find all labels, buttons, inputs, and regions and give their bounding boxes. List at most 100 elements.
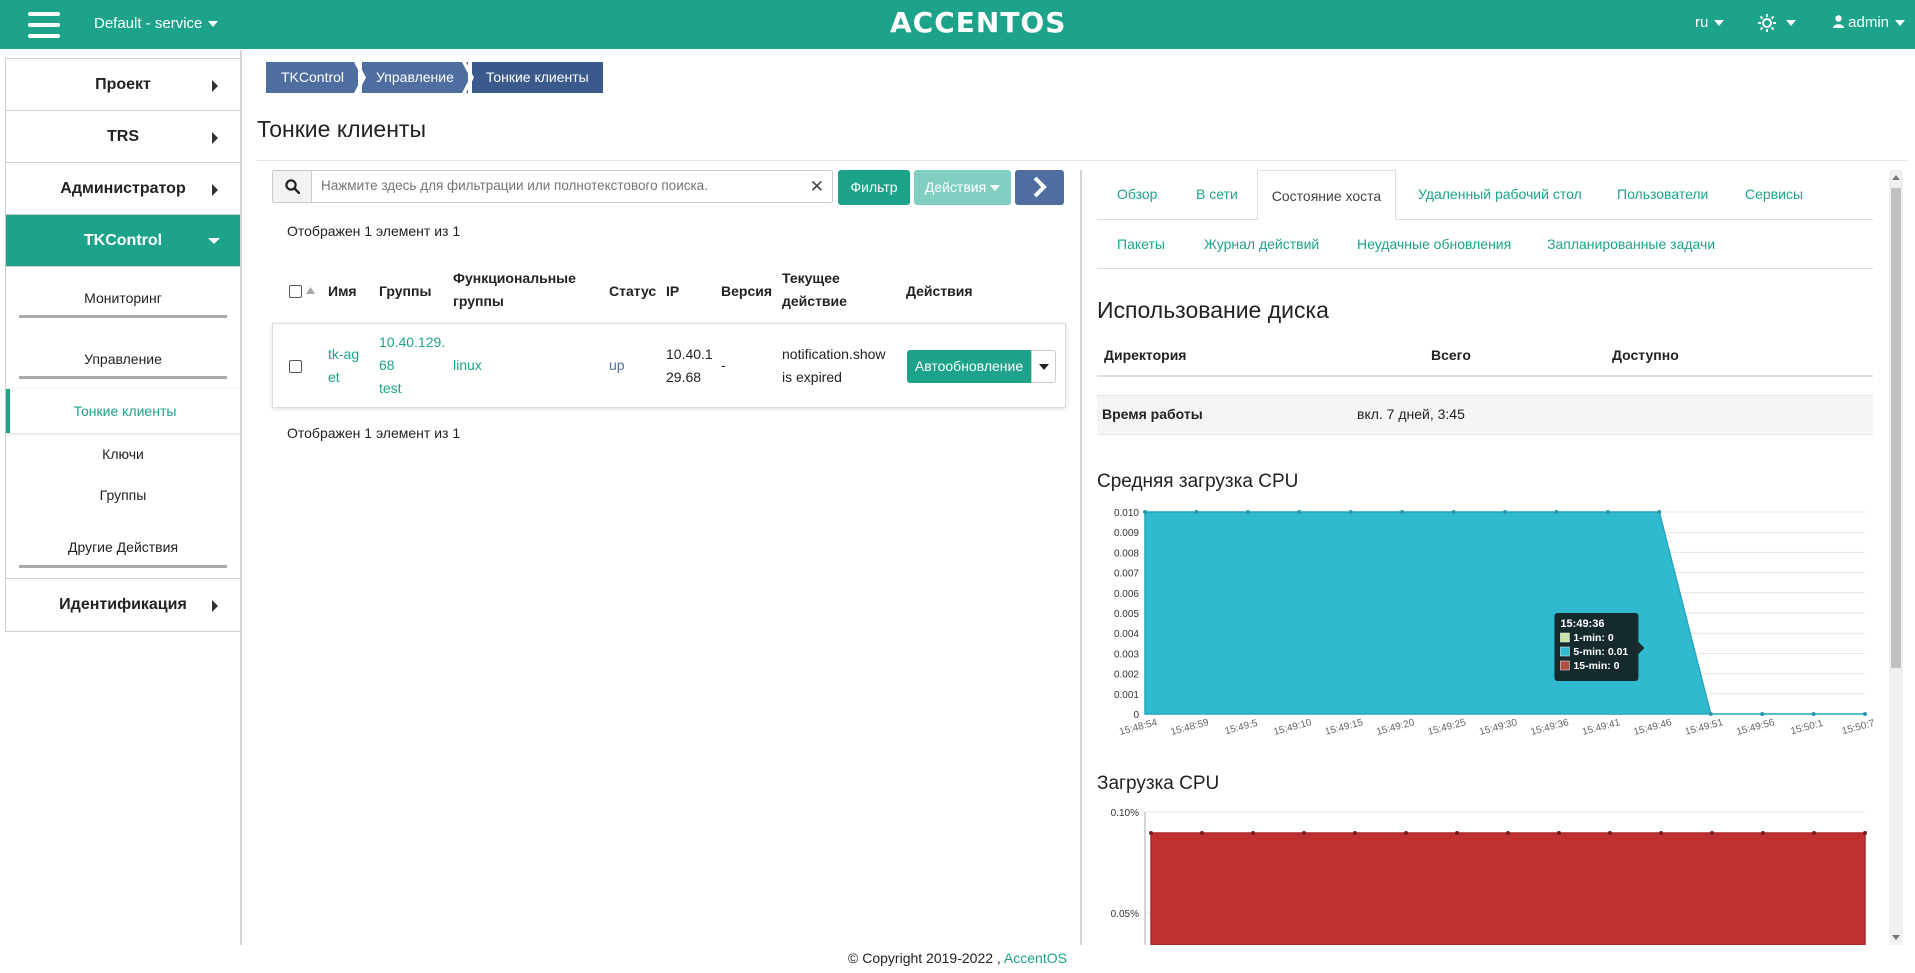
sidebar-item-groups[interactable]: Группы	[6, 475, 240, 515]
next-button[interactable]	[1015, 170, 1064, 205]
sidebar-item-trs[interactable]: TRS	[6, 111, 240, 163]
user-dropdown[interactable]: admin	[1833, 14, 1906, 31]
theme-dropdown[interactable]	[1758, 14, 1796, 33]
sidebar-item-keys[interactable]: Ключи	[6, 433, 240, 475]
sidebar-group-label: Управление	[84, 350, 162, 367]
x-tick-label: 15:49:15	[1324, 717, 1365, 738]
project-dropdown[interactable]: Default - service	[94, 15, 219, 32]
column-status-header[interactable]: Статус	[609, 280, 656, 303]
sidebar-item-thin-clients[interactable]: Тонкие клиенты	[6, 389, 240, 433]
client-groups[interactable]: 10.40.129. 68 test	[379, 331, 445, 400]
sidebar: Проект TRS Администратор TKControl Монит…	[5, 58, 241, 632]
tooltip-swatch	[1560, 660, 1570, 671]
tab-scheduled-tasks[interactable]: Запланированные задачи	[1547, 236, 1715, 252]
column-version-header[interactable]: Версия	[721, 280, 772, 303]
header-line: группы	[453, 293, 504, 309]
data-point	[1554, 510, 1559, 514]
menu-icon[interactable]	[28, 12, 60, 38]
tab-remote-desktop[interactable]: Удаленный рабочий стол	[1418, 186, 1582, 202]
actions-dropdown-button[interactable]: Действия	[914, 170, 1011, 205]
column-groups-header[interactable]: Группы	[379, 280, 431, 303]
scroll-down-icon[interactable]	[1892, 935, 1900, 940]
select-all-checkbox[interactable]	[289, 285, 302, 298]
x-tick-label: 15:49:56	[1735, 717, 1776, 738]
y-tick-label: 0.010	[1114, 508, 1139, 519]
sidebar-item-label: Проект	[95, 75, 151, 93]
cpu-avg-chart: 0 0.001 0.002 0.003 0.004 0.005 0.006 0.007 0.00…	[1114, 508, 1876, 738]
count-text-bottom: Отображен 1 элемент из 1	[287, 425, 461, 441]
chevron-down-icon	[1039, 364, 1049, 370]
footer-brand-link[interactable]: AccentOS	[1004, 950, 1067, 966]
tab-users[interactable]: Пользователи	[1617, 186, 1708, 202]
chevron-right-icon	[212, 600, 218, 612]
sidebar-item-project[interactable]: Проект	[6, 59, 240, 111]
y-tick-label: 0.003	[1114, 649, 1139, 660]
y-tick-label: 0.10%	[1111, 808, 1139, 819]
data-point	[1251, 831, 1255, 835]
sort-icon[interactable]	[306, 287, 315, 294]
close-icon[interactable]: ✕	[810, 177, 824, 197]
sidebar-item-admin[interactable]: Администратор	[6, 163, 240, 215]
tab-journal[interactable]: Журнал действий	[1204, 236, 1319, 252]
column-func-groups-header[interactable]: Функциональные группы	[453, 267, 576, 313]
row-actions-dropdown[interactable]	[1031, 350, 1056, 383]
column-current-action-header[interactable]: Текущее действие	[782, 267, 847, 313]
tab-overview[interactable]: Обзор	[1117, 186, 1157, 202]
search-input[interactable]	[319, 177, 789, 194]
sidebar-group-monitoring[interactable]: Мониторинг	[6, 267, 240, 328]
divider	[1080, 170, 1082, 945]
uptime-label: Время работы	[1102, 406, 1203, 422]
cell-line: tk-ag	[328, 346, 360, 362]
tooltip-line: 5-min: 0.01	[1573, 646, 1628, 658]
scroll-up-icon[interactable]	[1892, 175, 1900, 180]
tab-packages[interactable]: Пакеты	[1117, 236, 1165, 252]
data-point	[1353, 831, 1357, 835]
cell-line: et	[328, 369, 340, 385]
y-tick-label: 0.001	[1114, 690, 1139, 701]
tab-network[interactable]: В сети	[1196, 186, 1238, 202]
cell-line: is expired	[782, 369, 842, 385]
sidebar-group-other[interactable]: Другие Действия	[6, 515, 240, 579]
tab-failed-updates[interactable]: Неудачные обновления	[1357, 236, 1511, 252]
scrollbar-thumb[interactable]	[1891, 188, 1901, 668]
func-group-link[interactable]: linux	[453, 354, 482, 377]
search-icon[interactable]	[273, 171, 312, 202]
chevron-right-icon	[212, 80, 218, 92]
column-ip-header[interactable]: IP	[666, 280, 679, 303]
column-total-header: Всего	[1431, 347, 1471, 363]
tab-host-state[interactable]: Состояние хоста	[1257, 170, 1396, 220]
filter-button[interactable]: Фильтр	[838, 170, 910, 205]
column-actions-header: Действия	[906, 283, 973, 299]
tooltip-title: 15:49:36	[1560, 618, 1604, 630]
y-tick-label: 0.006	[1114, 589, 1139, 600]
row-checkbox[interactable]	[289, 360, 302, 373]
scrollbar[interactable]	[1889, 170, 1903, 945]
tab-services[interactable]: Сервисы	[1745, 186, 1803, 202]
user-label: admin	[1848, 14, 1890, 31]
column-name-header[interactable]: Имя	[328, 280, 357, 303]
data-point	[1863, 712, 1867, 716]
tooltip-line: 1-min: 0	[1573, 632, 1613, 644]
table-header-line	[1097, 375, 1873, 377]
sidebar-item-label: TKControl	[83, 231, 163, 249]
user-icon	[1833, 15, 1844, 28]
data-point	[1143, 510, 1147, 514]
x-tick-label: 15:49:41	[1581, 717, 1622, 738]
tooltip-swatch	[1560, 632, 1570, 643]
series-area-cpu	[1150, 832, 1866, 945]
sidebar-group-label: Мониторинг	[84, 289, 162, 306]
sidebar-item-label: Группы	[99, 487, 147, 503]
column-available-header: Доступно	[1612, 347, 1679, 363]
client-name-link[interactable]: tk-ag et	[328, 343, 359, 389]
sidebar-item-identity[interactable]: Идентификация	[6, 579, 240, 631]
auto-update-button[interactable]: Автообновление	[907, 350, 1031, 383]
x-tick-label: 15:48:59	[1170, 717, 1211, 738]
language-dropdown[interactable]: ru	[1695, 14, 1725, 31]
chevron-right-icon	[1033, 176, 1047, 198]
sidebar-item-tkcontrol[interactable]: TKControl	[6, 215, 240, 267]
search-box: ✕	[272, 170, 833, 203]
tooltip-swatch	[1560, 646, 1570, 657]
sidebar-group-management[interactable]: Управление	[6, 328, 240, 389]
data-point	[1297, 510, 1302, 514]
data-point	[1657, 510, 1662, 514]
